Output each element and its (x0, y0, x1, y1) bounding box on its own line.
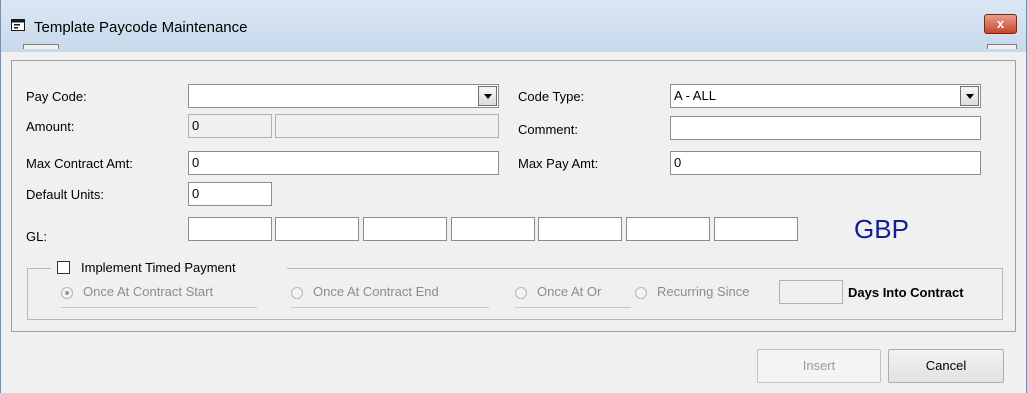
code-type-dropdown-button[interactable] (960, 86, 979, 106)
gl-segment-3[interactable] (363, 217, 447, 241)
gl-segment-5[interactable] (538, 217, 622, 241)
amount-label: Amount: (26, 119, 75, 134)
pay-code-label: Pay Code: (26, 89, 87, 104)
default-units-label: Default Units: (26, 187, 105, 202)
default-units-value: 0 (192, 186, 200, 201)
max-contract-amt-value: 0 (192, 155, 200, 170)
code-type-label: Code Type: (518, 89, 585, 104)
chevron-down-icon (484, 94, 492, 99)
days-into-contract-label: Days Into Contract (848, 285, 964, 300)
amount-field[interactable]: 0 (188, 114, 272, 138)
amount-value: 0 (192, 118, 200, 133)
comment-label: Comment: (518, 122, 578, 137)
option-underline (61, 307, 257, 308)
max-pay-amt-value: 0 (674, 155, 682, 170)
pay-code-dropdown-button[interactable] (478, 86, 497, 106)
gl-label: GL: (26, 229, 47, 244)
template-paycode-window: Template Paycode Maintenance x Pay Code:… (0, 0, 1027, 393)
max-pay-amt-label: Max Pay Amt: (518, 156, 599, 171)
title-bar: Template Paycode Maintenance x (1, 0, 1026, 52)
window-title: Template Paycode Maintenance (34, 19, 248, 36)
max-contract-amt-label: Max Contract Amt: (26, 156, 133, 171)
gl-segment-1[interactable] (188, 217, 272, 241)
default-units-field[interactable]: 0 (188, 182, 272, 206)
timed-payment-legend: Implement Timed Payment (51, 259, 287, 277)
option-underline (515, 307, 631, 308)
code-type-value: A - ALL (674, 88, 716, 103)
days-into-contract-field[interactable] (779, 280, 843, 304)
tab-stub-right (987, 44, 1017, 49)
radio-once-at-contract-start[interactable] (61, 287, 73, 299)
close-button[interactable]: x (984, 14, 1017, 34)
once-at-contract-start-label[interactable]: Once At Contract Start (83, 284, 213, 299)
comment-field[interactable] (670, 116, 981, 140)
gl-segment-6[interactable] (626, 217, 710, 241)
close-icon: x (996, 16, 1005, 31)
max-pay-amt-field[interactable]: 0 (670, 151, 981, 175)
currency-code: GBP (854, 214, 909, 244)
implement-timed-payment-checkbox[interactable] (57, 261, 70, 274)
gl-segment-2[interactable] (275, 217, 359, 241)
radio-recurring-since[interactable] (635, 287, 647, 299)
once-at-or-label[interactable]: Once At Or (537, 284, 601, 299)
code-type-combo[interactable]: A - ALL (670, 84, 981, 108)
option-underline (291, 307, 489, 308)
gl-segment-7[interactable] (714, 217, 798, 241)
once-at-contract-end-label[interactable]: Once At Contract End (313, 284, 439, 299)
insert-button[interactable]: Insert (757, 349, 881, 383)
radio-once-at-contract-end[interactable] (291, 287, 303, 299)
tab-stub-left (23, 44, 59, 49)
implement-timed-payment-label[interactable]: Implement Timed Payment (81, 260, 236, 275)
cancel-button[interactable]: Cancel (888, 349, 1004, 383)
amount-extra-field[interactable] (275, 114, 499, 138)
radio-once-at-or[interactable] (515, 287, 527, 299)
form-window-icon (11, 19, 25, 31)
max-contract-amt-field[interactable]: 0 (188, 151, 499, 175)
gl-segment-4[interactable] (451, 217, 535, 241)
recurring-since-label[interactable]: Recurring Since (657, 284, 750, 299)
pay-code-combo[interactable] (188, 84, 499, 108)
chevron-down-icon (966, 94, 974, 99)
